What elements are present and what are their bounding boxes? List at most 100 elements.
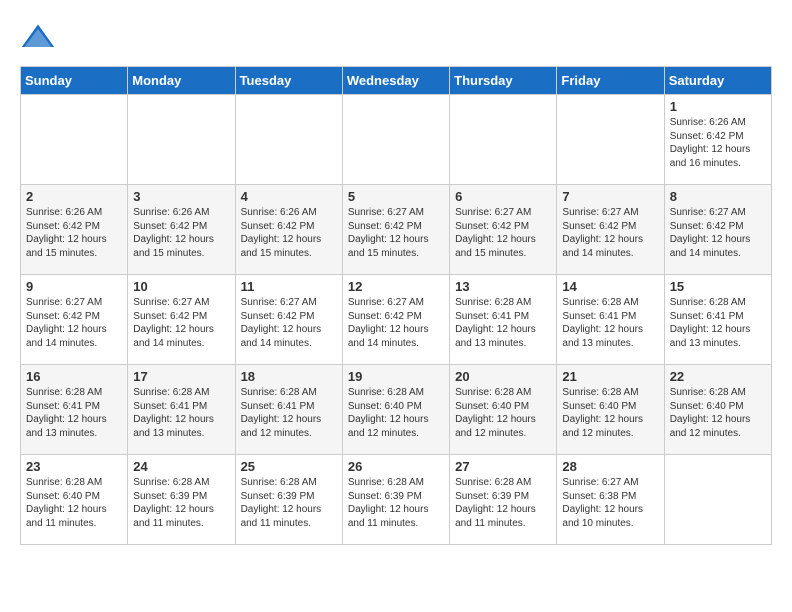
day-number: 21	[562, 369, 658, 384]
calendar-cell: 15 Sunrise: 6:28 AM Sunset: 6:41 PM Dayli…	[664, 275, 771, 365]
calendar-cell	[235, 95, 342, 185]
day-info: Sunrise: 6:28 AM Sunset: 6:40 PM Dayligh…	[670, 386, 766, 440]
calendar-cell	[342, 95, 449, 185]
day-info: Sunrise: 6:26 AM Sunset: 6:42 PM Dayligh…	[241, 206, 337, 260]
logo	[20, 20, 60, 56]
calendar-cell: 17 Sunrise: 6:28 AM Sunset: 6:41 PM Dayli…	[128, 365, 235, 455]
calendar-cell: 6 Sunrise: 6:27 AM Sunset: 6:42 PM Daylig…	[450, 185, 557, 275]
calendar-cell: 1 Sunrise: 6:26 AM Sunset: 6:42 PM Daylig…	[664, 95, 771, 185]
day-number: 10	[133, 279, 229, 294]
calendar-cell: 21 Sunrise: 6:28 AM Sunset: 6:40 PM Dayli…	[557, 365, 664, 455]
day-info: Sunrise: 6:26 AM Sunset: 6:42 PM Dayligh…	[670, 116, 766, 170]
calendar-cell: 10 Sunrise: 6:27 AM Sunset: 6:42 PM Dayli…	[128, 275, 235, 365]
day-number: 26	[348, 459, 444, 474]
calendar-cell: 25Sunrise: 6:28 AM Sunset: 6:39 PM Dayli…	[235, 455, 342, 545]
day-info: Sunrise: 6:27 AM Sunset: 6:42 PM Dayligh…	[670, 206, 766, 260]
logo-icon	[20, 20, 56, 56]
day-number: 24	[133, 459, 229, 474]
day-number: 17	[133, 369, 229, 384]
day-number: 1	[670, 99, 766, 114]
day-number: 15	[670, 279, 766, 294]
day-info: Sunrise: 6:28 AM Sunset: 6:39 PM Dayligh…	[241, 476, 337, 530]
calendar-cell: 23 Sunrise: 6:28 AM Sunset: 6:40 PM Dayli…	[21, 455, 128, 545]
page-header	[20, 20, 772, 56]
calendar-cell: 9 Sunrise: 6:27 AM Sunset: 6:42 PM Daylig…	[21, 275, 128, 365]
day-header-wednesday: Wednesday	[342, 67, 449, 95]
day-info: Sunrise: 6:28 AM Sunset: 6:39 PM Dayligh…	[455, 476, 551, 530]
day-number: 2	[26, 189, 122, 204]
calendar-cell	[450, 95, 557, 185]
calendar-cell: 27Sunrise: 6:28 AM Sunset: 6:39 PM Dayli…	[450, 455, 557, 545]
calendar-cell: 14 Sunrise: 6:28 AM Sunset: 6:41 PM Dayli…	[557, 275, 664, 365]
calendar-cell: 2 Sunrise: 6:26 AM Sunset: 6:42 PM Daylig…	[21, 185, 128, 275]
calendar-week-row: 9 Sunrise: 6:27 AM Sunset: 6:42 PM Daylig…	[21, 275, 772, 365]
calendar-cell	[557, 95, 664, 185]
calendar-cell: 19 Sunrise: 6:28 AM Sunset: 6:40 PM Dayli…	[342, 365, 449, 455]
day-number: 8	[670, 189, 766, 204]
day-header-tuesday: Tuesday	[235, 67, 342, 95]
calendar-cell: 20 Sunrise: 6:28 AM Sunset: 6:40 PM Dayli…	[450, 365, 557, 455]
day-info: Sunrise: 6:28 AM Sunset: 6:41 PM Dayligh…	[26, 386, 122, 440]
day-number: 20	[455, 369, 551, 384]
day-number: 19	[348, 369, 444, 384]
day-info: Sunrise: 6:28 AM Sunset: 6:40 PM Dayligh…	[26, 476, 122, 530]
calendar-cell	[21, 95, 128, 185]
day-info: Sunrise: 6:28 AM Sunset: 6:41 PM Dayligh…	[133, 386, 229, 440]
day-info: Sunrise: 6:26 AM Sunset: 6:42 PM Dayligh…	[133, 206, 229, 260]
calendar-cell: 26 Sunrise: 6:28 AM Sunset: 6:39 PM Dayli…	[342, 455, 449, 545]
calendar-week-row: 16 Sunrise: 6:28 AM Sunset: 6:41 PM Dayli…	[21, 365, 772, 455]
calendar-week-row: 23 Sunrise: 6:28 AM Sunset: 6:40 PM Dayli…	[21, 455, 772, 545]
day-info: Sunrise: 6:27 AM Sunset: 6:42 PM Dayligh…	[241, 296, 337, 350]
day-number: 11	[241, 279, 337, 294]
calendar-week-row: 1 Sunrise: 6:26 AM Sunset: 6:42 PM Daylig…	[21, 95, 772, 185]
calendar-cell: 12 Sunrise: 6:27 AM Sunset: 6:42 PM Dayli…	[342, 275, 449, 365]
day-number: 6	[455, 189, 551, 204]
calendar-cell: 24 Sunrise: 6:28 AM Sunset: 6:39 PM Dayli…	[128, 455, 235, 545]
calendar-cell	[664, 455, 771, 545]
day-info: Sunrise: 6:26 AM Sunset: 6:42 PM Dayligh…	[26, 206, 122, 260]
day-number: 18	[241, 369, 337, 384]
calendar-cell: 22 Sunrise: 6:28 AM Sunset: 6:40 PM Dayli…	[664, 365, 771, 455]
day-number: 12	[348, 279, 444, 294]
day-number: 7	[562, 189, 658, 204]
day-number: 28	[562, 459, 658, 474]
day-number: 4	[241, 189, 337, 204]
day-info: Sunrise: 6:28 AM Sunset: 6:39 PM Dayligh…	[133, 476, 229, 530]
calendar-cell: 8 Sunrise: 6:27 AM Sunset: 6:42 PM Daylig…	[664, 185, 771, 275]
calendar-cell: 18 Sunrise: 6:28 AM Sunset: 6:41 PM Dayli…	[235, 365, 342, 455]
day-info: Sunrise: 6:28 AM Sunset: 6:41 PM Dayligh…	[670, 296, 766, 350]
day-number: 22	[670, 369, 766, 384]
day-info: Sunrise: 6:28 AM Sunset: 6:41 PM Dayligh…	[241, 386, 337, 440]
day-info: Sunrise: 6:27 AM Sunset: 6:42 PM Dayligh…	[562, 206, 658, 260]
day-info: Sunrise: 6:27 AM Sunset: 6:42 PM Dayligh…	[26, 296, 122, 350]
calendar-table: SundayMondayTuesdayWednesdayThursdayFrid…	[20, 66, 772, 545]
day-info: Sunrise: 6:27 AM Sunset: 6:42 PM Dayligh…	[455, 206, 551, 260]
day-info: Sunrise: 6:28 AM Sunset: 6:40 PM Dayligh…	[455, 386, 551, 440]
day-number: 9	[26, 279, 122, 294]
calendar-cell	[128, 95, 235, 185]
calendar-cell: 3 Sunrise: 6:26 AM Sunset: 6:42 PM Daylig…	[128, 185, 235, 275]
calendar-cell: 4 Sunrise: 6:26 AM Sunset: 6:42 PM Daylig…	[235, 185, 342, 275]
day-info: Sunrise: 6:28 AM Sunset: 6:40 PM Dayligh…	[562, 386, 658, 440]
day-number: 3	[133, 189, 229, 204]
day-number: 23	[26, 459, 122, 474]
day-info: Sunrise: 6:27 AM Sunset: 6:42 PM Dayligh…	[348, 296, 444, 350]
calendar-cell: 13Sunrise: 6:28 AM Sunset: 6:41 PM Dayli…	[450, 275, 557, 365]
calendar-cell: 5Sunrise: 6:27 AM Sunset: 6:42 PM Daylig…	[342, 185, 449, 275]
day-header-sunday: Sunday	[21, 67, 128, 95]
day-header-saturday: Saturday	[664, 67, 771, 95]
day-info: Sunrise: 6:27 AM Sunset: 6:38 PM Dayligh…	[562, 476, 658, 530]
calendar-week-row: 2 Sunrise: 6:26 AM Sunset: 6:42 PM Daylig…	[21, 185, 772, 275]
day-info: Sunrise: 6:27 AM Sunset: 6:42 PM Dayligh…	[133, 296, 229, 350]
day-info: Sunrise: 6:27 AM Sunset: 6:42 PM Dayligh…	[348, 206, 444, 260]
day-header-friday: Friday	[557, 67, 664, 95]
day-number: 14	[562, 279, 658, 294]
day-header-thursday: Thursday	[450, 67, 557, 95]
day-info: Sunrise: 6:28 AM Sunset: 6:41 PM Dayligh…	[562, 296, 658, 350]
day-info: Sunrise: 6:28 AM Sunset: 6:40 PM Dayligh…	[348, 386, 444, 440]
day-header-monday: Monday	[128, 67, 235, 95]
calendar-cell: 7 Sunrise: 6:27 AM Sunset: 6:42 PM Daylig…	[557, 185, 664, 275]
calendar-cell: 16 Sunrise: 6:28 AM Sunset: 6:41 PM Dayli…	[21, 365, 128, 455]
day-number: 16	[26, 369, 122, 384]
day-info: Sunrise: 6:28 AM Sunset: 6:39 PM Dayligh…	[348, 476, 444, 530]
